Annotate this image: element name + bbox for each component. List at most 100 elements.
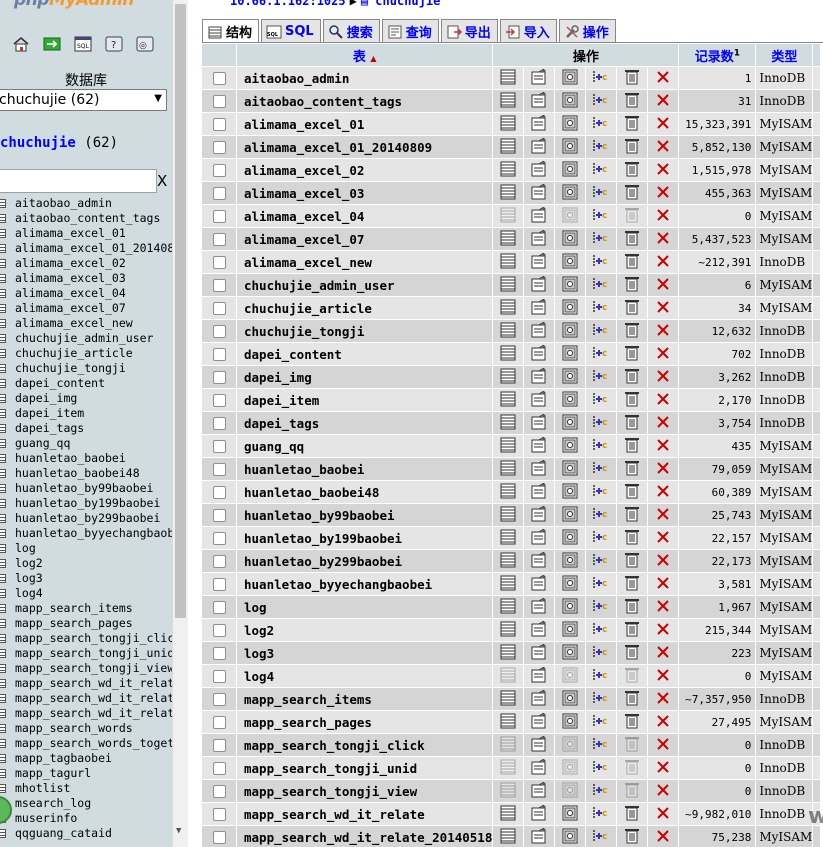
row-checkbox[interactable] [212, 118, 226, 131]
empty-table-action[interactable] [617, 687, 649, 710]
empty-table-icon[interactable] [624, 828, 640, 847]
nav-table-item[interactable]: guang_qq [0, 436, 172, 451]
structure-edit-icon[interactable] [531, 183, 547, 203]
table-name[interactable]: aitaobao_admin [237, 66, 494, 89]
drop-table-icon[interactable] [656, 553, 670, 570]
insert-row-action[interactable]: c [586, 342, 618, 365]
table-name[interactable]: alimama_excel_07 [237, 227, 494, 250]
insert-row-icon[interactable]: c [592, 391, 610, 410]
row-checkbox[interactable] [212, 233, 226, 246]
nav-table-label[interactable]: huanletao_by199baobei [15, 496, 160, 511]
search-table-action[interactable] [555, 365, 587, 388]
nav-table-item[interactable]: aitaobao_admin [0, 196, 172, 211]
empty-table-icon[interactable] [624, 713, 640, 732]
structure-edit-action[interactable] [524, 319, 556, 342]
structure-edit-icon[interactable] [531, 482, 547, 502]
search-table-action[interactable] [555, 664, 587, 687]
nav-table-item[interactable]: log [0, 541, 172, 556]
structure-edit-action[interactable] [524, 158, 556, 181]
browse-icon[interactable] [500, 690, 516, 709]
insert-row-action[interactable]: c [586, 388, 618, 411]
empty-table-action[interactable] [617, 204, 649, 227]
structure-edit-icon[interactable] [531, 390, 547, 410]
browse-icon[interactable] [500, 575, 516, 594]
table-name[interactable]: mapp_search_pages [237, 710, 494, 733]
empty-table-action[interactable] [617, 526, 649, 549]
search-table-icon[interactable] [562, 276, 578, 295]
row-checkbox[interactable] [212, 486, 226, 499]
browse-action[interactable] [493, 296, 525, 319]
structure-edit-icon[interactable] [531, 597, 547, 617]
search-table-action[interactable] [555, 572, 587, 595]
insert-row-action[interactable]: c [586, 595, 618, 618]
browse-icon[interactable] [500, 437, 516, 456]
empty-table-action[interactable] [617, 756, 649, 779]
drop-table-action[interactable] [648, 434, 680, 457]
insert-row-action[interactable]: c [586, 204, 618, 227]
drop-table-action[interactable] [648, 802, 680, 825]
structure-edit-icon[interactable] [531, 620, 547, 640]
drop-table-action[interactable] [648, 641, 680, 664]
search-table-icon[interactable] [562, 161, 578, 180]
row-checkbox[interactable] [212, 164, 226, 177]
nav-table-label[interactable]: guang_qq [15, 436, 70, 451]
insert-row-icon[interactable]: c [592, 368, 610, 387]
empty-table-action[interactable] [617, 480, 649, 503]
search-table-action[interactable] [555, 158, 587, 181]
table-name[interactable]: dapei_img [237, 365, 494, 388]
nav-table-label[interactable]: log3 [15, 571, 43, 586]
tab-query[interactable]: 查询 [381, 19, 439, 43]
tab-export[interactable]: 导出 [440, 19, 498, 43]
search-table-icon[interactable] [562, 736, 578, 755]
browse-icon[interactable] [500, 230, 516, 249]
search-table-action[interactable] [555, 756, 587, 779]
drop-table-icon[interactable] [656, 737, 670, 754]
nav-table-label[interactable]: mapp_search_tongji_click [15, 631, 172, 646]
drop-table-action[interactable] [648, 572, 680, 595]
drop-table-action[interactable] [648, 595, 680, 618]
row-checkbox[interactable] [212, 72, 226, 85]
empty-table-action[interactable] [617, 641, 649, 664]
search-table-icon[interactable] [562, 115, 578, 134]
search-table-action[interactable] [555, 549, 587, 572]
search-table-action[interactable] [555, 779, 587, 802]
nav-table-label[interactable]: huanletao_byyechangbaobei [15, 526, 172, 541]
empty-table-icon[interactable] [624, 161, 640, 180]
breadcrumb-database[interactable]: chuchujie [375, 0, 440, 8]
scroll-down-arrow-icon[interactable]: ▼ [176, 826, 181, 836]
insert-row-icon[interactable]: c [592, 759, 610, 778]
empty-table-action[interactable] [617, 733, 649, 756]
search-table-icon[interactable] [562, 713, 578, 732]
nav-table-label[interactable]: mapp_tagurl [15, 766, 91, 781]
browse-action[interactable] [493, 227, 525, 250]
search-table-icon[interactable] [562, 621, 578, 640]
empty-table-icon[interactable] [624, 483, 640, 502]
filter-clear-button[interactable]: X [157, 172, 167, 190]
structure-edit-action[interactable] [524, 618, 556, 641]
row-checkbox[interactable] [212, 463, 226, 476]
search-table-action[interactable] [555, 227, 587, 250]
browse-icon[interactable] [500, 138, 516, 157]
nav-table-label[interactable]: mapp_search_tongji_view [15, 661, 172, 676]
row-checkbox[interactable] [212, 555, 226, 568]
browse-action[interactable] [493, 825, 525, 847]
drop-table-action[interactable] [648, 825, 680, 847]
search-table-action[interactable] [555, 733, 587, 756]
browse-action[interactable] [493, 365, 525, 388]
table-icon[interactable] [0, 274, 6, 283]
insert-row-action[interactable]: c [586, 802, 618, 825]
nav-table-item[interactable]: alimama_excel_new [0, 316, 172, 331]
drop-table-icon[interactable] [656, 139, 670, 156]
insert-row-icon[interactable]: c [592, 276, 610, 295]
table-icon[interactable] [0, 829, 6, 838]
browse-icon[interactable] [500, 253, 516, 272]
browse-icon[interactable] [500, 391, 516, 410]
empty-table-action[interactable] [617, 434, 649, 457]
drop-table-action[interactable] [648, 779, 680, 802]
search-table-icon[interactable] [562, 529, 578, 548]
search-table-action[interactable] [555, 319, 587, 342]
insert-row-icon[interactable]: c [592, 115, 610, 134]
row-checkbox[interactable] [212, 647, 226, 660]
search-table-action[interactable] [555, 710, 587, 733]
row-checkbox[interactable] [212, 348, 226, 361]
